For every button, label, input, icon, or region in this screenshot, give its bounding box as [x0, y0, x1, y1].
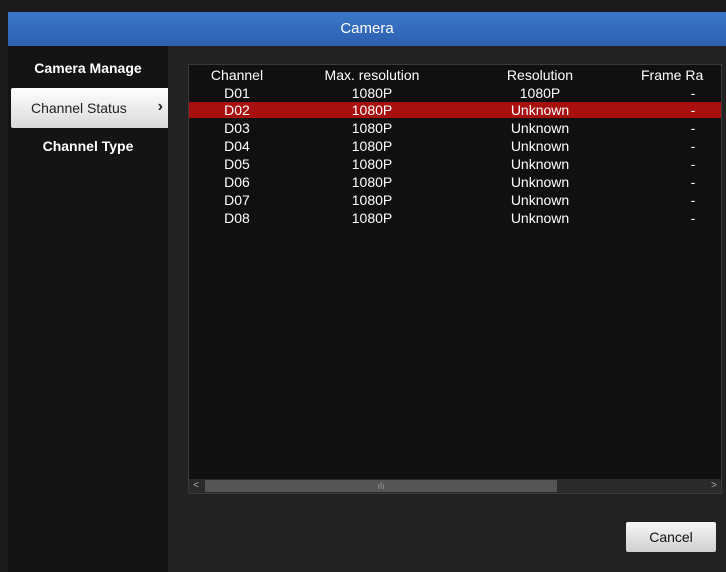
table-row[interactable]: D06 1080P Unknown -	[189, 174, 721, 190]
sidebar-item-camera-manage[interactable]: Camera Manage	[8, 60, 168, 76]
sidebar-item-channel-status[interactable]: Channel Status ›	[11, 88, 169, 128]
cell-max-resolution: 1080P	[351, 210, 393, 226]
table-row[interactable]: D08 1080P Unknown -	[189, 210, 721, 226]
sidebar-item-label: Channel Status	[31, 100, 127, 116]
cell-frame-rate: -	[690, 102, 696, 118]
table-row[interactable]: D04 1080P Unknown -	[189, 138, 721, 154]
camera-dialog: Camera Camera Manage Channel Status › Ch…	[0, 0, 726, 572]
cell-frame-rate: -	[690, 138, 696, 154]
grip-icon: ılı	[377, 481, 385, 491]
cell-frame-rate: -	[690, 210, 696, 226]
cell-resolution: Unknown	[510, 138, 570, 154]
cell-resolution: 1080P	[519, 85, 561, 101]
cell-channel: D03	[224, 120, 250, 136]
cell-channel: D08	[224, 210, 250, 226]
cell-max-resolution: 1080P	[351, 174, 393, 190]
cell-max-resolution: 1080P	[351, 192, 393, 208]
cell-channel: D05	[224, 156, 250, 172]
sidebar-item-channel-type[interactable]: Channel Type	[8, 138, 168, 154]
cell-frame-rate: -	[690, 156, 696, 172]
window-title: Camera	[8, 12, 726, 46]
cell-channel: D07	[224, 192, 250, 208]
table-row[interactable]: D05 1080P Unknown -	[189, 156, 721, 172]
cell-resolution: Unknown	[510, 210, 570, 226]
cell-channel: D02	[224, 102, 250, 118]
cell-frame-rate: -	[690, 120, 696, 136]
cell-channel: D01	[224, 85, 250, 101]
table-row[interactable]: D03 1080P Unknown -	[189, 120, 721, 136]
column-header-max-resolution: Max. resolution	[324, 67, 420, 83]
cell-max-resolution: 1080P	[351, 156, 393, 172]
cell-resolution: Unknown	[510, 120, 570, 136]
channel-status-table: Channel Max. resolution Resolution Frame…	[188, 64, 722, 494]
cell-resolution: Unknown	[510, 102, 570, 118]
cell-max-resolution: 1080P	[351, 138, 393, 154]
cell-resolution: Unknown	[510, 174, 570, 190]
cell-frame-rate: -	[690, 85, 696, 101]
cell-max-resolution: 1080P	[351, 102, 393, 118]
cell-frame-rate: -	[690, 174, 696, 190]
chevron-right-icon: ›	[157, 98, 163, 115]
cell-resolution: Unknown	[510, 192, 570, 208]
table-row-selected[interactable]: D02 1080P Unknown -	[189, 102, 721, 118]
table-row[interactable]: D01 1080P 1080P -	[189, 85, 721, 101]
table-header: Channel Max. resolution Resolution Frame…	[189, 67, 721, 83]
cell-frame-rate: -	[690, 192, 696, 208]
scroll-right-icon[interactable]: >	[707, 479, 721, 493]
sidebar: Camera Manage Channel Status › Channel T…	[8, 46, 169, 572]
cell-resolution: Unknown	[510, 156, 570, 172]
scrollbar-thumb[interactable]: ılı	[205, 480, 557, 492]
table-row[interactable]: D07 1080P Unknown -	[189, 192, 721, 208]
cell-max-resolution: 1080P	[351, 85, 393, 101]
main-content: Channel Max. resolution Resolution Frame…	[168, 46, 726, 572]
horizontal-scrollbar[interactable]: < ılı >	[189, 479, 721, 493]
column-header-resolution: Resolution	[506, 67, 574, 83]
cancel-button[interactable]: Cancel	[626, 522, 716, 552]
column-header-channel: Channel	[210, 67, 264, 83]
column-header-frame-rate: Frame Ra	[641, 67, 704, 83]
cell-max-resolution: 1080P	[351, 120, 393, 136]
cell-channel: D04	[224, 138, 250, 154]
cell-channel: D06	[224, 174, 250, 190]
scroll-left-icon[interactable]: <	[189, 479, 203, 493]
